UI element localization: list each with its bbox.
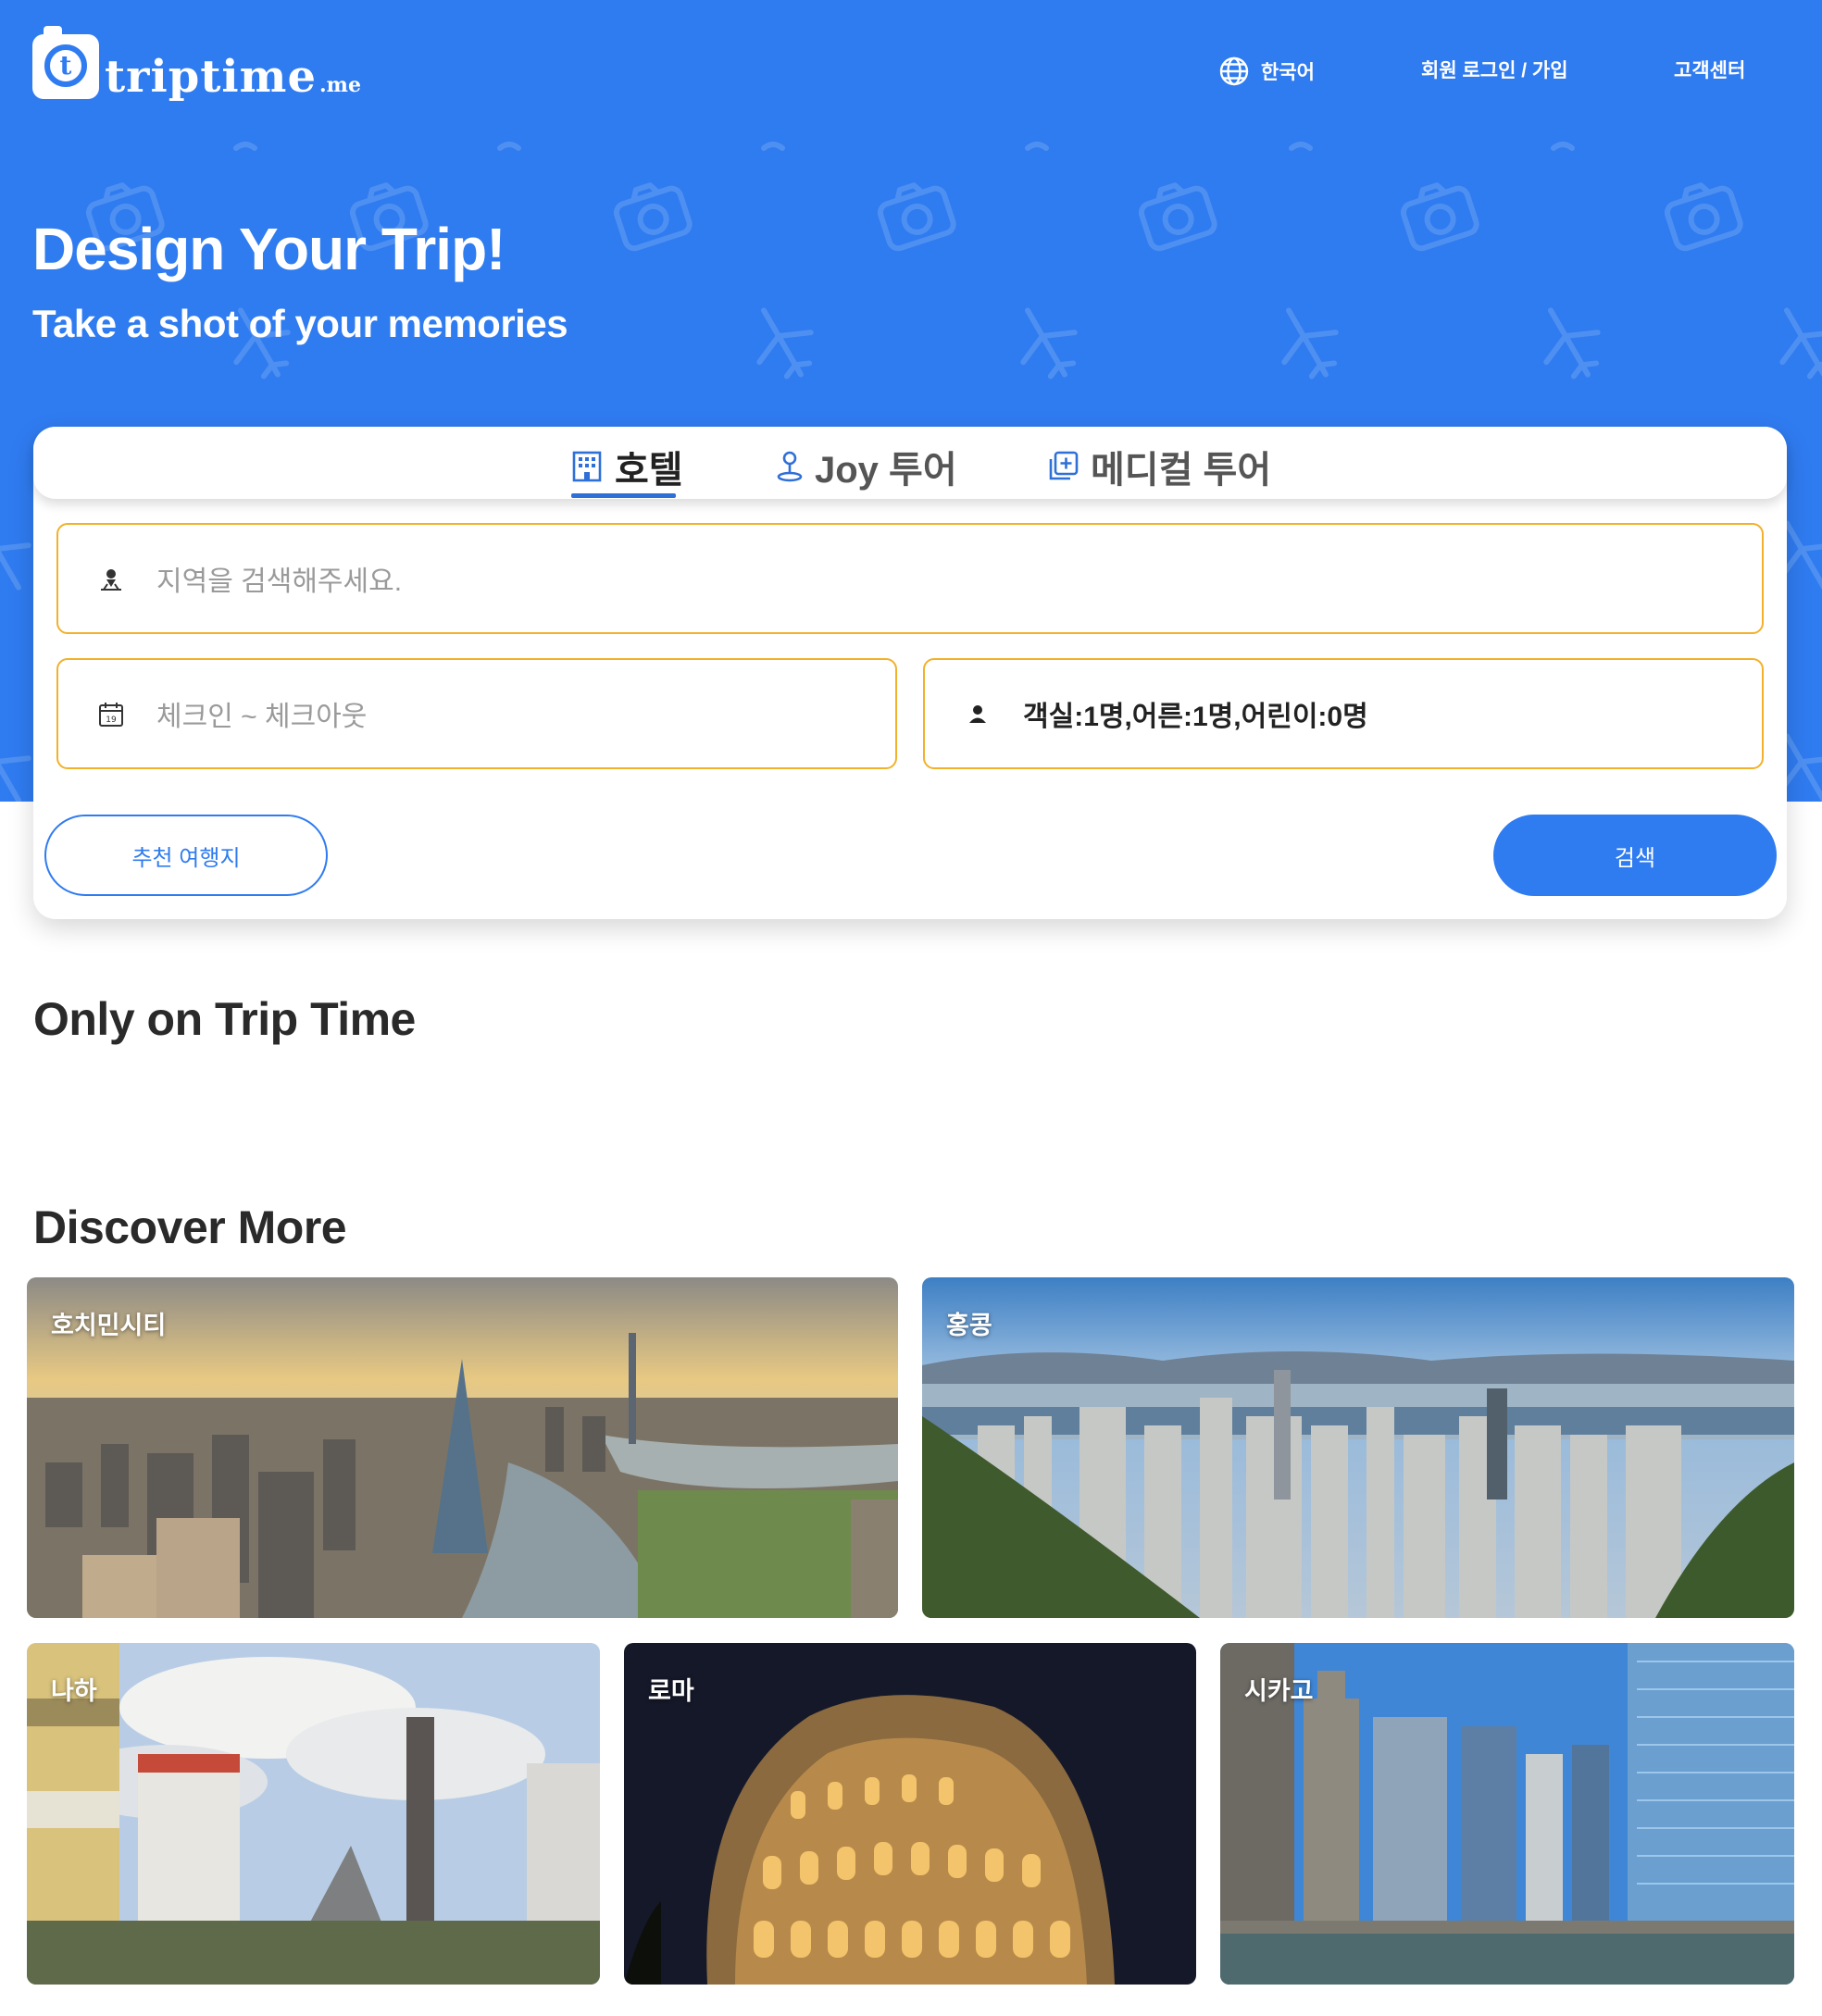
tab-medical-tour[interactable]: 메디컬 투어 <box>1046 440 1271 493</box>
hero-title: Design Your Trip! <box>32 216 505 282</box>
region-search-input[interactable]: 지역을 검색해주세요. <box>56 523 1764 634</box>
logo-wordmark: triptime <box>105 51 317 103</box>
hong-kong-photo <box>922 1277 1794 1618</box>
map-pin-person-icon <box>777 451 803 482</box>
triptime-logo[interactable]: t triptime .me <box>32 26 361 103</box>
discover-more-heading: Discover More <box>33 1201 347 1253</box>
logo-tld: .me <box>319 73 361 97</box>
person-icon <box>969 705 986 723</box>
customer-center-link[interactable]: 고객센터 <box>1674 56 1745 83</box>
tab-hotel-label: 호텔 <box>615 450 683 491</box>
only-on-trip-time-heading: Only on Trip Time <box>33 993 416 1045</box>
date-range-placeholder: 체크인 ~ 체크아웃 <box>156 702 368 732</box>
active-tab-indicator <box>571 493 676 498</box>
destination-label: 나하 <box>51 1677 97 1705</box>
guests-selector[interactable]: 객실:1명,어른:1명,어린이:0명 <box>923 658 1764 769</box>
destination-card-ho-chi-minh[interactable]: 호치민시티 <box>27 1277 898 1618</box>
destination-label: 호치민시티 <box>51 1312 167 1339</box>
location-person-icon <box>101 569 121 591</box>
calendar-icon: 19 <box>99 703 123 727</box>
tab-hotel[interactable]: 호텔 <box>570 440 683 493</box>
rome-colosseum-photo <box>624 1643 1196 1985</box>
medical-plus-icon <box>1049 451 1079 480</box>
destination-card-rome[interactable]: 로마 <box>624 1643 1196 1985</box>
language-selector[interactable]: 한국어 <box>1218 56 1315 87</box>
guests-value: 객실:1명,어른:1명,어린이:0명 <box>1023 702 1368 732</box>
date-range-input[interactable]: 19 체크인 ~ 체크아웃 <box>56 658 897 769</box>
destination-label: 로마 <box>648 1677 694 1705</box>
login-signup-link[interactable]: 회원 로그인 / 가입 <box>1421 56 1568 83</box>
destination-card-hong-kong[interactable]: 홍콩 <box>922 1277 1794 1618</box>
camera-logo-icon: t <box>32 26 99 99</box>
search-tabs: 호텔 Joy 투어 메디컬 투어 <box>33 427 1787 499</box>
hero-subtitle: Take a shot of your memories <box>32 302 568 345</box>
destination-label: 홍콩 <box>946 1312 992 1339</box>
search-panel: 호텔 Joy 투어 메디컬 투어 지역을 검색해주세요. 19 체크인 ~ 체크… <box>33 427 1787 919</box>
tab-joy-tour[interactable]: Joy 투어 <box>776 440 957 493</box>
recommended-destinations-button[interactable]: 추천 여행지 <box>44 815 328 896</box>
destination-card-chicago[interactable]: 시카고 <box>1220 1643 1794 1985</box>
calendar-day: 19 <box>106 716 117 725</box>
language-label: 한국어 <box>1261 62 1315 83</box>
destination-label: 시카고 <box>1244 1677 1314 1705</box>
destination-card-naha[interactable]: 나하 <box>27 1643 600 1985</box>
naha-photo <box>27 1643 600 1985</box>
region-search-placeholder: 지역을 검색해주세요. <box>156 566 403 597</box>
search-button[interactable]: 검색 <box>1493 815 1777 896</box>
hotel-building-icon <box>572 451 602 482</box>
globe-icon <box>1219 56 1249 86</box>
tab-medical-tour-label: 메디컬 투어 <box>1091 450 1272 491</box>
tab-joy-tour-label: Joy 투어 <box>815 450 957 491</box>
